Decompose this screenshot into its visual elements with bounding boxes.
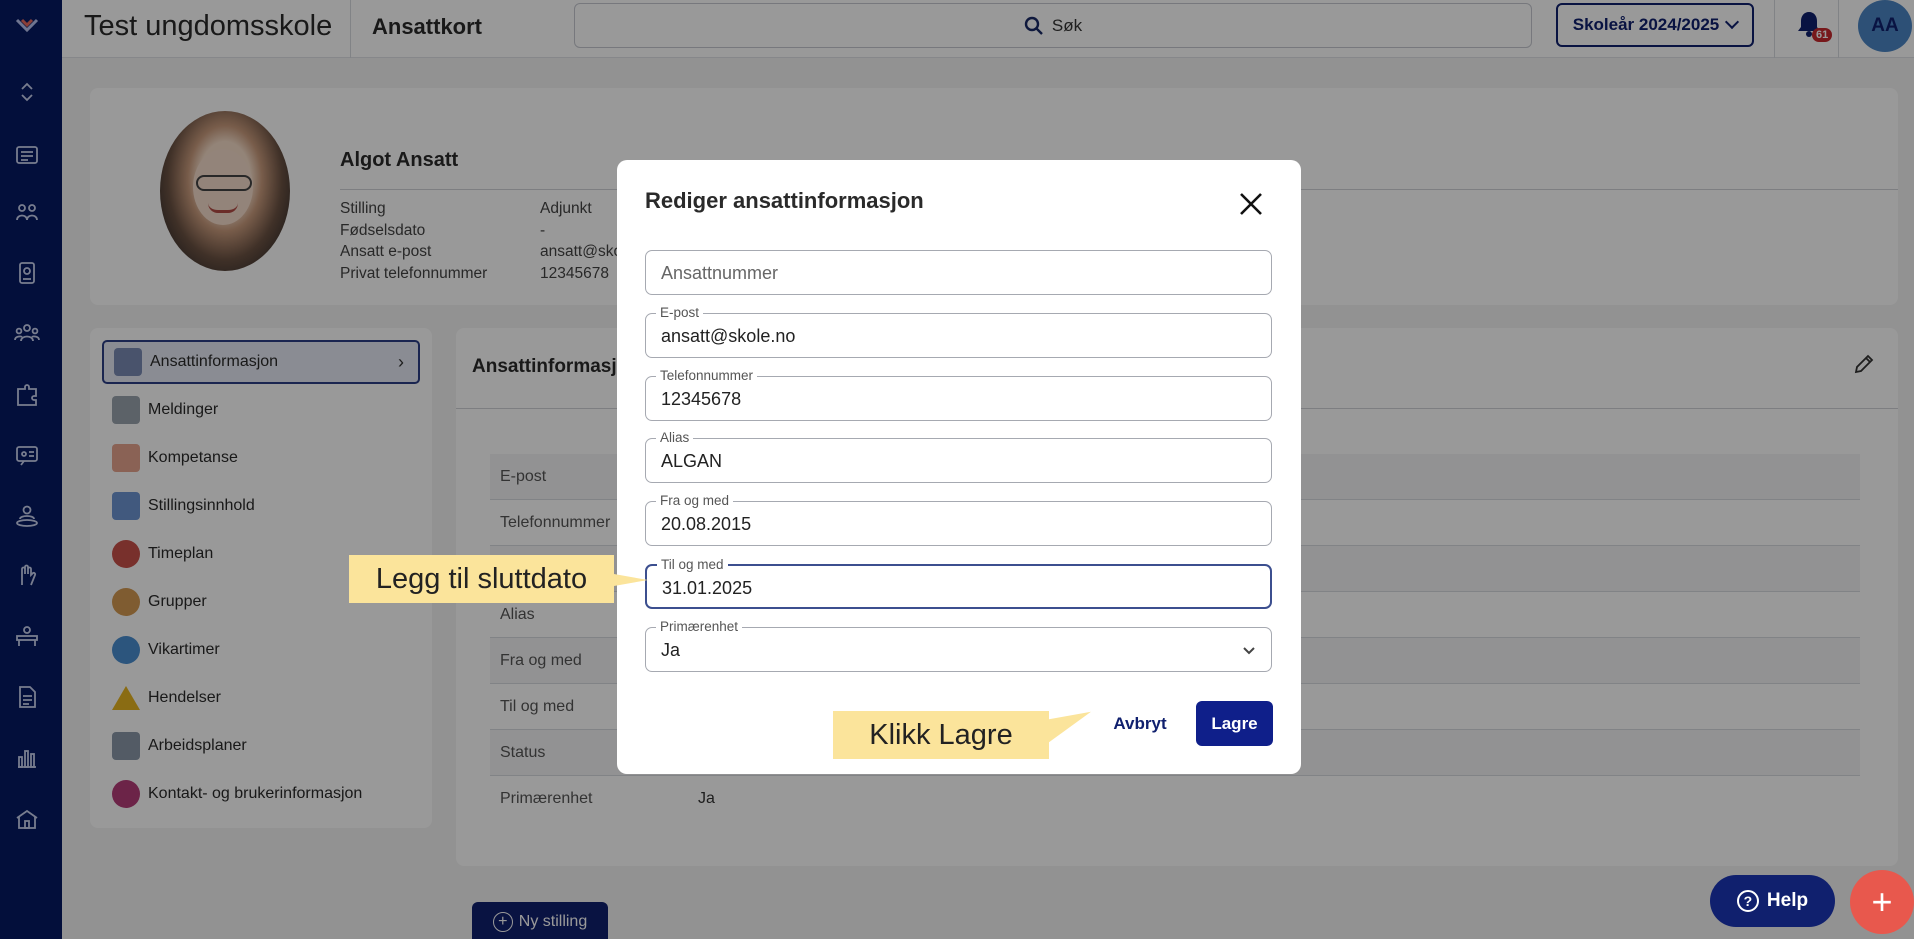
from-date-label: Fra og med xyxy=(656,493,734,508)
from-date-field[interactable]: Fra og med 20.08.2015 xyxy=(645,493,1272,546)
question-icon: ? xyxy=(1736,890,1759,912)
phone-value: 12345678 xyxy=(661,389,742,409)
email-field[interactable]: E-post ansatt@skole.no xyxy=(645,305,1272,358)
alias-value: ALGAN xyxy=(661,451,723,471)
cancel-button[interactable]: Avbryt xyxy=(1105,712,1175,736)
help-button[interactable]: ? Help xyxy=(1710,875,1835,927)
add-fab-button[interactable]: + xyxy=(1850,870,1914,934)
employee-number-field[interactable]: Ansattnummer xyxy=(645,250,1272,295)
edit-employee-dialog: Rediger ansattinformasjon Ansattnummer E… xyxy=(617,160,1301,774)
close-icon xyxy=(1240,193,1262,215)
callout-click-save: Klikk Lagre xyxy=(833,711,1049,759)
save-button[interactable]: Lagre xyxy=(1196,701,1273,746)
primary-unit-label: Primærenhet xyxy=(656,619,743,634)
phone-label: Telefonnummer xyxy=(656,368,758,383)
chevron-down-icon xyxy=(1241,642,1257,658)
email-label: E-post xyxy=(656,305,704,320)
alias-label: Alias xyxy=(656,430,694,445)
dialog-title: Rediger ansattinformasjon xyxy=(645,188,924,213)
primary-unit-select[interactable]: Primærenhet Ja xyxy=(645,619,1272,672)
employee-number-placeholder: Ansattnummer xyxy=(661,263,779,283)
to-date-value: 31.01.2025 xyxy=(662,578,753,598)
from-date-value: 20.08.2015 xyxy=(661,514,752,534)
primary-unit-value: Ja xyxy=(661,640,681,660)
email-value: ansatt@skole.no xyxy=(661,326,796,346)
alias-field[interactable]: Alias ALGAN xyxy=(645,430,1272,483)
to-date-label: Til og med xyxy=(657,557,728,572)
callout-end-date: Legg til sluttdato xyxy=(349,555,614,603)
help-label: Help xyxy=(1766,890,1809,911)
phone-field[interactable]: Telefonnummer 12345678 xyxy=(645,368,1272,421)
to-date-field[interactable]: Til og med 31.01.2025 xyxy=(645,557,1272,609)
callout-pointer xyxy=(614,574,648,586)
close-button[interactable] xyxy=(1237,190,1267,220)
